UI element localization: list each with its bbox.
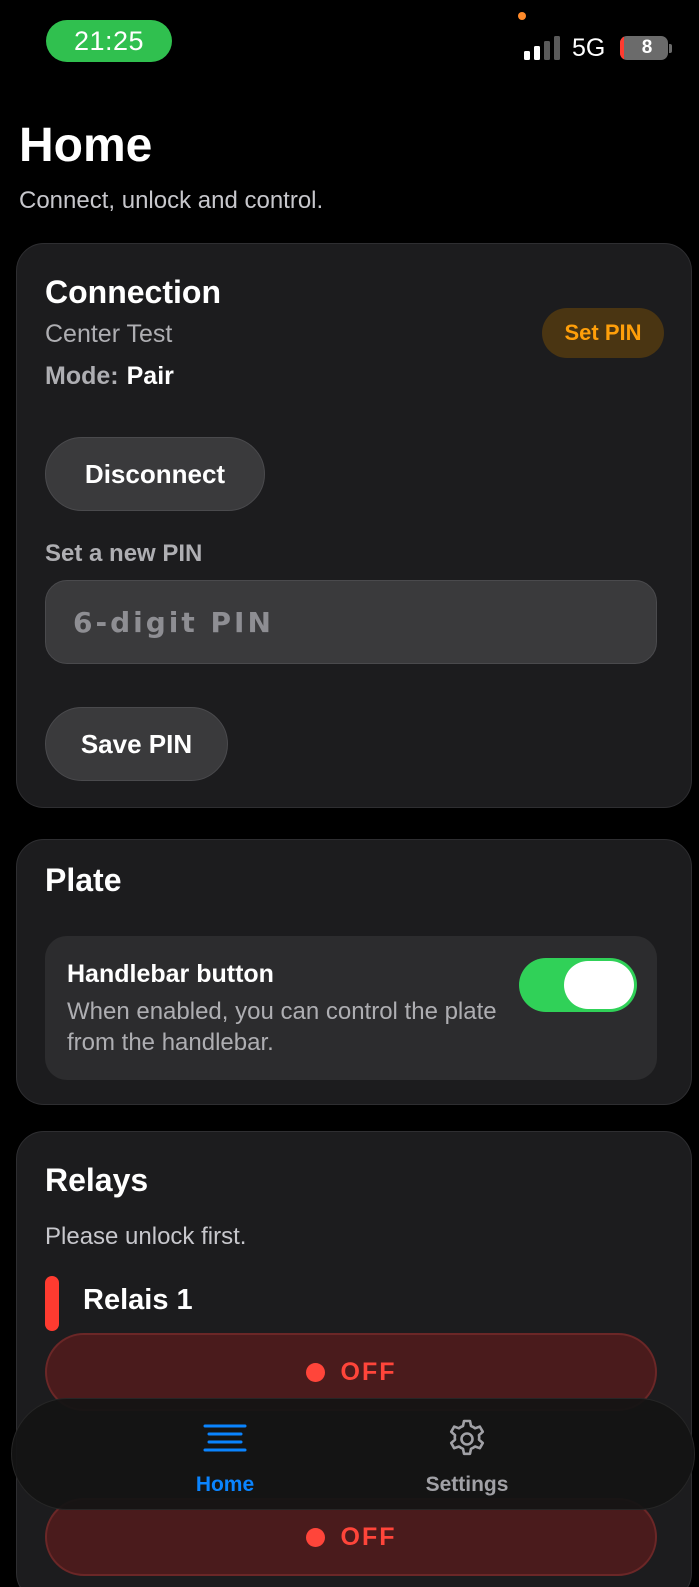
mode-row: Mode: Pair [45,362,174,391]
mode-value: Pair [126,362,174,390]
relays-hint: Please unlock first. [45,1223,247,1250]
pin-input[interactable]: 6-digit PIN [45,580,657,664]
plate-card: Plate Handlebar button When enabled, you… [16,839,692,1105]
relay-2-state-label: OFF [340,1522,397,1551]
cellular-signal-icon [524,36,562,60]
page-title: Home [19,119,153,172]
home-lines-icon [203,1424,247,1452]
status-bar: 21:25 5G 8 [0,0,699,80]
relay-1-state-label: OFF [340,1357,397,1386]
battery-tip [669,44,672,53]
relays-title: Relays [45,1162,149,1198]
battery-icon: 8 [620,36,668,60]
relays-card: Relays Please unlock first. Relais 1 OFF… [16,1131,692,1587]
tab-home-label: Home [195,1473,255,1496]
tab-settings-label: Settings [425,1473,509,1496]
battery-percentage: 8 [641,37,653,58]
device-name: Center Test [45,320,173,348]
network-type: 5G [572,34,606,62]
relay-1-name: Relais 1 [83,1284,193,1316]
relay-2-state-dot [305,1527,325,1547]
pin-input-placeholder: 6-digit PIN [73,605,274,639]
connection-card: Connection Center Test Mode: Pair Set PIN… [16,243,692,808]
relay-1-status-bar [45,1276,59,1331]
handlebar-title: Handlebar button [67,960,274,988]
privacy-indicator-dot [518,12,526,20]
page-subtitle: Connect, unlock and control. [19,187,324,214]
handlebar-setting-row: Handlebar button When enabled, you can c… [45,936,657,1080]
gear-icon [449,1419,485,1456]
save-pin-button[interactable]: Save PIN [45,707,228,781]
set-pin-badge: Set PIN [542,308,664,358]
handlebar-toggle-knob [564,961,634,1009]
tab-bar: Home Settings [11,1398,695,1510]
tab-home[interactable]: Home [145,1417,305,1497]
home-screen: 21:25 5G 8 Home Connect, unlock and cont… [0,0,699,1587]
new-pin-label: Set a new PIN [45,540,203,567]
connection-title: Connection [45,274,221,310]
tab-settings[interactable]: Settings [387,1417,547,1497]
handlebar-description: When enabled, you can control the plate … [67,998,497,1056]
status-time[interactable]: 21:25 [46,20,172,62]
handlebar-toggle[interactable] [519,958,637,1012]
plate-title: Plate [45,862,122,898]
disconnect-button[interactable]: Disconnect [45,437,265,511]
relay-1-state-dot [305,1362,325,1382]
mode-label: Mode: [45,362,119,390]
